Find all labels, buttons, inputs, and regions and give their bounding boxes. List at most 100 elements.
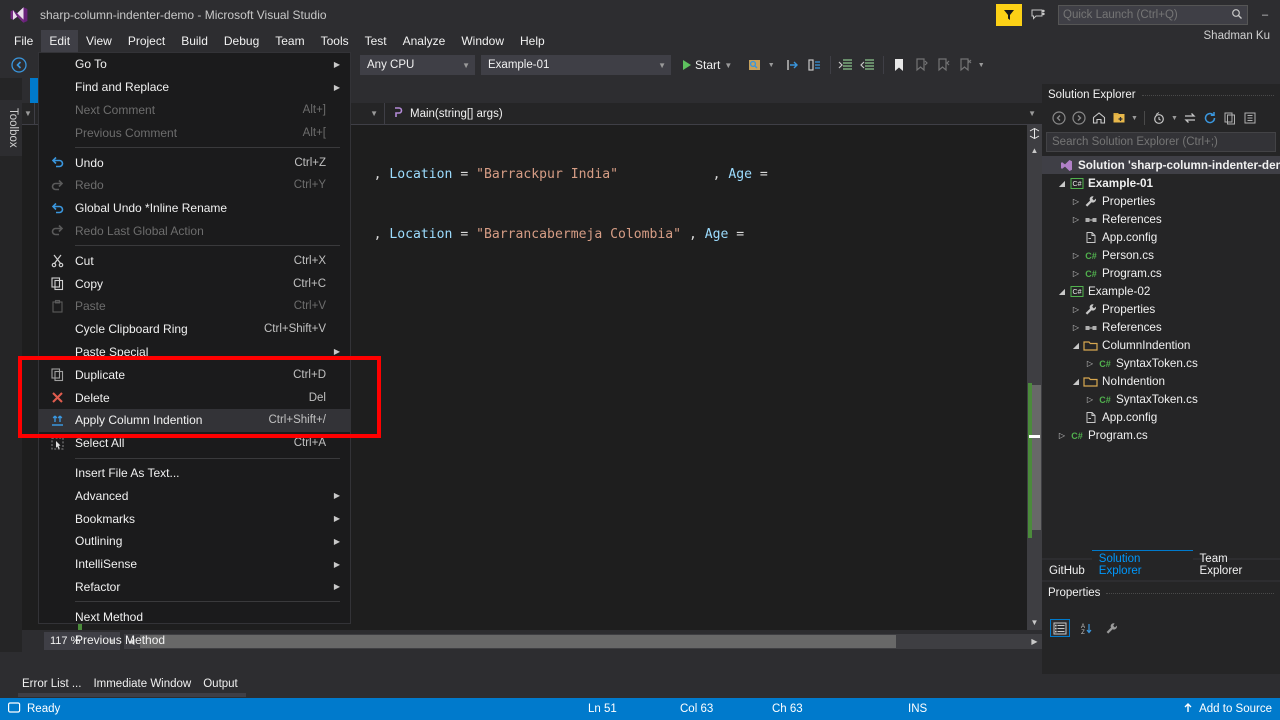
menu-view[interactable]: View	[78, 30, 120, 52]
nav-member-combo[interactable]: Main(string[] args) ▼	[385, 103, 1042, 125]
menu-item-cycle-clipboard-ring[interactable]: Cycle Clipboard Ring Ctrl+Shift+V	[39, 318, 350, 341]
menu-item-go-to[interactable]: Go To ▶	[39, 53, 350, 76]
expander-expanded-icon[interactable]: ◢	[1070, 377, 1082, 386]
tree-item-syntaxtoken-cs[interactable]: ▷ C# SyntaxToken.cs	[1042, 354, 1280, 372]
tree-item-properties-2[interactable]: ▷ Properties	[1042, 300, 1280, 318]
menu-file[interactable]: File	[6, 30, 41, 52]
expander-collapsed-icon[interactable]: ▷	[1084, 359, 1096, 368]
menu-item-delete[interactable]: Delete Del	[39, 386, 350, 409]
scroll-up-arrow[interactable]: ▲	[1027, 143, 1042, 158]
collapse-dropdown-icon[interactable]: ▼	[1130, 109, 1139, 127]
collapse-all-icon[interactable]	[1110, 109, 1128, 127]
menu-item-apply-column-indention[interactable]: Apply Column Indention Ctrl+Shift+/	[39, 408, 350, 432]
forward-icon[interactable]	[1070, 109, 1088, 127]
find-icon[interactable]	[744, 54, 766, 76]
menu-debug[interactable]: Debug	[216, 30, 267, 52]
properties-window-icon[interactable]	[1241, 109, 1259, 127]
toolbox-tab[interactable]: Toolbox	[0, 100, 22, 156]
bookmark-icon[interactable]	[888, 54, 910, 76]
tree-item-example-01[interactable]: ◢ C# Example-01	[1042, 174, 1280, 192]
tab-error-list[interactable]: Error List ...	[18, 674, 90, 697]
tree-item-columnindention[interactable]: ◢ ColumnIndention	[1042, 336, 1280, 354]
expander-collapsed-icon[interactable]: ▷	[1070, 323, 1082, 332]
navigate-back-icon[interactable]	[8, 54, 30, 76]
back-icon[interactable]	[1050, 109, 1068, 127]
find-dropdown-icon[interactable]: ▼	[766, 54, 776, 76]
menu-item-find-and-replace[interactable]: Find and Replace ▶	[39, 76, 350, 99]
tree-item-references[interactable]: ▷ References	[1042, 210, 1280, 228]
notification-flag-icon[interactable]	[996, 4, 1022, 26]
property-pages-icon[interactable]	[1102, 619, 1122, 637]
tab-solution-explorer[interactable]: Solution Explorer	[1091, 550, 1193, 580]
expander-collapsed-icon[interactable]: ▷	[1070, 197, 1082, 206]
tab-github[interactable]: GitHub	[1042, 563, 1092, 580]
menu-item-outlining[interactable]: Outlining ▶	[39, 530, 350, 553]
expander-expanded-icon[interactable]: ◢	[1056, 179, 1068, 188]
tree-item-app-config[interactable]: App.config	[1042, 228, 1280, 246]
tree-item-solution[interactable]: Solution 'sharp-column-indenter-dem	[1042, 156, 1280, 174]
tree-item-noindention[interactable]: ◢ NoIndention	[1042, 372, 1280, 390]
expander-expanded-icon[interactable]: ◢	[1056, 287, 1068, 296]
expander-collapsed-icon[interactable]: ▷	[1070, 305, 1082, 314]
menu-team[interactable]: Team	[267, 30, 312, 52]
alphabetical-sort-icon[interactable]: AZ	[1076, 619, 1096, 637]
categorized-icon[interactable]	[1050, 619, 1070, 637]
menu-tools[interactable]: Tools	[313, 30, 357, 52]
refresh-icon[interactable]	[1201, 109, 1219, 127]
menu-window[interactable]: Window	[453, 30, 512, 52]
menu-item-cut[interactable]: Cut Ctrl+X	[39, 249, 350, 272]
tree-item-references-2[interactable]: ▷ References	[1042, 318, 1280, 336]
pending-dropdown-icon[interactable]: ▼	[1170, 109, 1179, 127]
tree-item-app-config-2[interactable]: App.config	[1042, 408, 1280, 426]
signed-in-user[interactable]: Shadman Ku	[1204, 30, 1271, 42]
menu-item-bookmarks[interactable]: Bookmarks ▶	[39, 507, 350, 530]
menu-item-insert-file-as-text[interactable]: Insert File As Text...	[39, 462, 350, 485]
tab-team-explorer[interactable]: Team Explorer	[1193, 551, 1280, 580]
editor-vertical-scrollbar[interactable]: ▲ ▼	[1027, 125, 1042, 630]
expander-collapsed-icon[interactable]: ▷	[1070, 269, 1082, 278]
menu-edit[interactable]: Edit	[41, 30, 79, 52]
solution-search-input[interactable]	[1052, 136, 1270, 148]
bookmark-clear-icon[interactable]	[954, 54, 976, 76]
minimize-button[interactable]: –	[1252, 4, 1278, 26]
menu-item-refactor[interactable]: Refactor ▶	[39, 576, 350, 599]
outdent-icon[interactable]	[857, 54, 879, 76]
tree-item-properties[interactable]: ▷ Properties	[1042, 192, 1280, 210]
nav-project-dropdown[interactable]: ▼	[22, 102, 35, 125]
quick-launch-box[interactable]	[1058, 5, 1248, 25]
feedback-icon[interactable]	[1028, 4, 1050, 26]
solution-explorer-search[interactable]	[1046, 132, 1276, 152]
menu-item-duplicate[interactable]: Duplicate Ctrl+D	[39, 363, 350, 386]
scroll-down-arrow[interactable]: ▼	[1027, 615, 1042, 630]
toolbar-overflow-icon[interactable]: ▼	[976, 54, 986, 76]
scroll-right-arrow[interactable]: ▶	[1027, 634, 1042, 649]
menu-item-advanced[interactable]: Advanced ▶	[39, 484, 350, 507]
menu-test[interactable]: Test	[357, 30, 395, 52]
tree-item-syntaxtoken-cs-2[interactable]: ▷ C# SyntaxToken.cs	[1042, 390, 1280, 408]
menu-item-paste-special[interactable]: Paste Special ▶	[39, 341, 350, 364]
menu-help[interactable]: Help	[512, 30, 553, 52]
edit-menu-dropdown[interactable]: Go To ▶ Find and Replace ▶ Next Comment …	[38, 52, 351, 647]
tree-item-program-cs[interactable]: ▷ C# Program.cs	[1042, 264, 1280, 282]
home-icon[interactable]	[1090, 109, 1108, 127]
expander-collapsed-icon[interactable]: ▷	[1070, 251, 1082, 260]
step-into-icon[interactable]	[782, 54, 804, 76]
status-source-control[interactable]: Add to Source	[1182, 702, 1272, 717]
editor-splitter-handle[interactable]	[1027, 125, 1042, 141]
bookmark-next-icon[interactable]	[932, 54, 954, 76]
menu-item-global-undo[interactable]: Global Undo *Inline Rename	[39, 197, 350, 220]
expander-collapsed-icon[interactable]: ▷	[1070, 215, 1082, 224]
start-debug-button[interactable]: Start ▼	[679, 58, 736, 72]
tab-immediate-window[interactable]: Immediate Window	[89, 674, 200, 697]
menu-project[interactable]: Project	[120, 30, 173, 52]
show-all-files-icon[interactable]	[1221, 109, 1239, 127]
tab-output[interactable]: Output	[199, 674, 246, 697]
tree-item-program-cs-2[interactable]: ▷ C# Program.cs	[1042, 426, 1280, 444]
tree-item-person-cs[interactable]: ▷ C# Person.cs	[1042, 246, 1280, 264]
menu-build[interactable]: Build	[173, 30, 216, 52]
menu-analyze[interactable]: Analyze	[395, 30, 454, 52]
expander-expanded-icon[interactable]: ◢	[1070, 341, 1082, 350]
quick-launch-input[interactable]	[1063, 9, 1231, 21]
indent-icon[interactable]	[835, 54, 857, 76]
menu-item-copy[interactable]: Copy Ctrl+C	[39, 272, 350, 295]
